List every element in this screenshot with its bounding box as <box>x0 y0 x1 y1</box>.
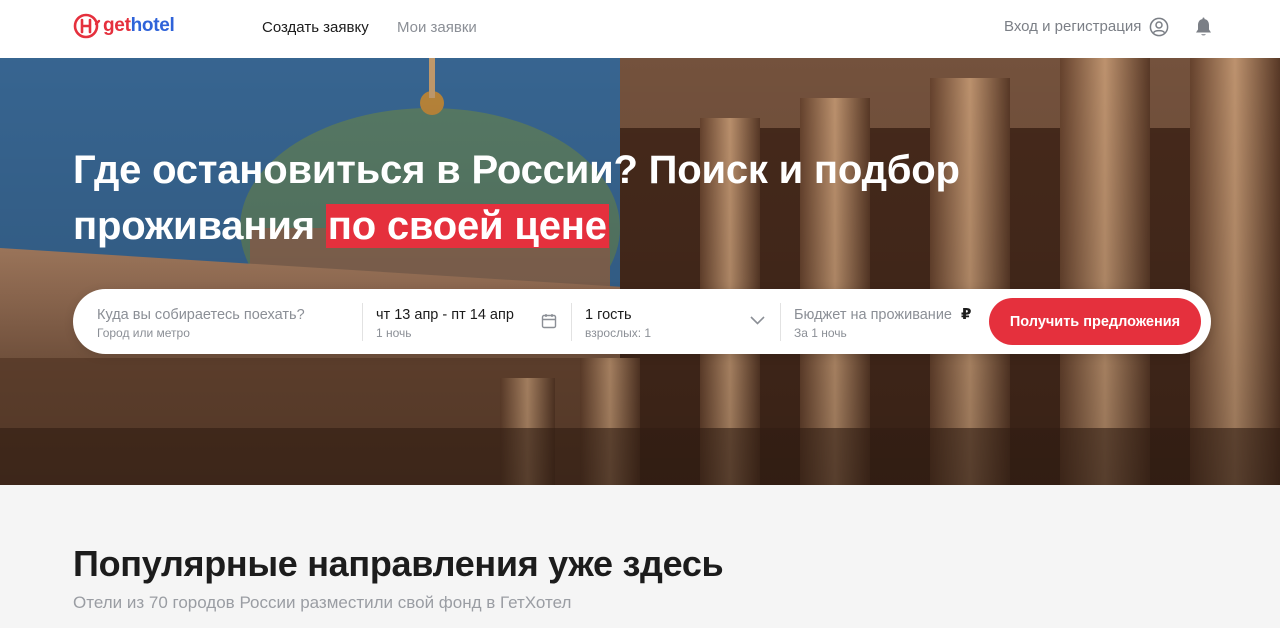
logo-text: gethotel <box>103 15 175 37</box>
nights-count: 1 ночь <box>376 326 412 340</box>
budget-hint: За 1 ночь <box>794 326 847 340</box>
logo-text-get: get <box>103 15 131 36</box>
divider <box>780 303 781 341</box>
popular-title: Популярные направления уже здесь <box>73 543 724 584</box>
nav-create-request[interactable]: Создать заявку <box>262 18 369 38</box>
hero-title: Где остановиться в России? Поиск и подбо… <box>73 142 973 254</box>
nav-my-requests[interactable]: Мои заявки <box>397 18 477 38</box>
search-bar: Куда вы собираетесь поехать? Город или м… <box>73 289 1211 354</box>
destination-placeholder: Куда вы собираетесь поехать? <box>97 307 305 323</box>
destination-hint: Город или метро <box>97 326 190 340</box>
calendar-icon[interactable] <box>541 313 557 329</box>
budget-placeholder: Бюджет на проживание <box>794 307 952 323</box>
gethotel-logo-icon <box>73 13 101 39</box>
login-button[interactable]: Вход и регистрация <box>1004 17 1169 37</box>
site-header: gethotel Создать заявку Мои заявки Вход … <box>0 0 1280 58</box>
logo-text-hotel: hotel <box>130 15 175 36</box>
chevron-down-icon[interactable] <box>750 316 765 325</box>
guests-detail: взрослых: 1 <box>585 326 652 340</box>
guests-value: 1 гость <box>585 307 632 323</box>
get-offers-button[interactable]: Получить предложения <box>989 298 1201 345</box>
bell-icon[interactable] <box>1194 17 1213 38</box>
gethotel-logo[interactable]: gethotel <box>72 11 175 41</box>
hero-title-accent: по своей цене <box>325 204 609 248</box>
dates-value: чт 13 апр - пт 14 апр <box>376 307 514 323</box>
hero-banner: Где остановиться в России? Поиск и подбо… <box>0 58 1280 485</box>
divider <box>571 303 572 341</box>
popular-subtitle: Отели из 70 городов России разместили св… <box>73 593 572 612</box>
destination-field[interactable]: Куда вы собираетесь поехать? Город или м… <box>97 289 363 354</box>
login-label: Вход и регистрация <box>1004 18 1142 35</box>
hero-overlay <box>0 58 1280 485</box>
user-circle-icon <box>1149 17 1169 37</box>
budget-field[interactable]: Бюджет на проживание За 1 ночь <box>794 289 974 354</box>
ruble-icon: ₽ <box>961 306 972 323</box>
divider <box>362 303 363 341</box>
